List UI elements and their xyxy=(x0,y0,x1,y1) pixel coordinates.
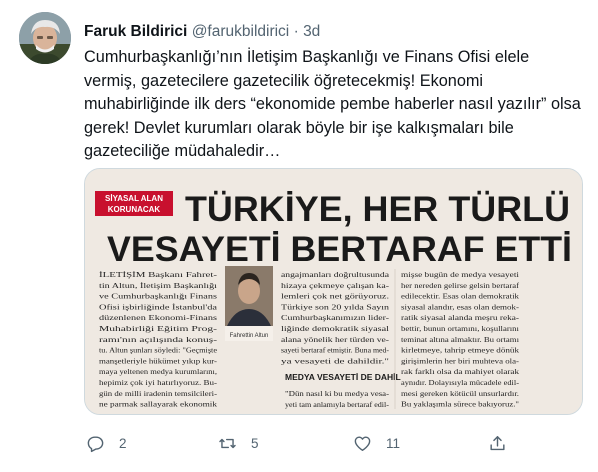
retweet-button[interactable]: 5 xyxy=(218,428,259,458)
newspaper-clipping: SİYASAL ALAN KORUNACAK TÜRKİYE, HER TÜRL… xyxy=(85,169,582,414)
article-line: edilecektir. Esas olan demokratik xyxy=(401,292,519,301)
article-line: Cumhurbaşkanımızın lider- xyxy=(281,313,390,322)
article-line: "Dün nasıl ki bu medya vesa- xyxy=(285,389,390,398)
author-handle[interactable]: @farukbildirici xyxy=(192,23,290,40)
article-line: ve Cumhurbaşkanlığı Finans xyxy=(99,292,217,301)
article-line: alana yönelik her türden ve- xyxy=(281,335,390,344)
headline-line-2: VESAYETİ BERTARAF ETTİ xyxy=(107,230,572,269)
reply-count: 2 xyxy=(119,435,127,451)
article-line: Bu yaklaşımla sürece bakıyoruz." xyxy=(401,400,519,409)
headline-line-1: TÜRKİYE, HER TÜRLÜ xyxy=(185,190,570,229)
heart-icon xyxy=(354,435,371,451)
author-name[interactable]: Faruk Bildirici xyxy=(84,23,187,40)
article-line: düzenlenen Ekonomi-Finans xyxy=(99,313,217,322)
article-line: kirletmeye, tahrip etmeye dönük xyxy=(401,346,519,355)
article-line: tin Altun, İletişim Başkanlığı xyxy=(99,281,217,290)
share-icon xyxy=(490,435,505,450)
like-count: 11 xyxy=(386,435,401,451)
avatar-photo xyxy=(19,12,71,64)
article-line: mişse bugün de medya vesayeti xyxy=(401,270,519,279)
article-line: ratik siyasal alanda meşru reka- xyxy=(401,313,520,322)
tweet-actions: 2 5 11 xyxy=(84,428,584,458)
article-line: angajmanları doğrultusunda xyxy=(281,270,390,279)
article-line: ya vesayeti de dahildir." xyxy=(281,356,389,365)
article-column-2-continued: "Dün nasıl ki bu medya vesa-yeti tam anl… xyxy=(285,389,390,409)
tweet-media[interactable]: SİYASAL ALAN KORUNACAK TÜRKİYE, HER TÜRL… xyxy=(84,168,583,415)
article-line: manşetleriyle hükümet yıkıp kur- xyxy=(99,356,218,365)
article-line: siyasal alandır, esas olan demok- xyxy=(401,302,520,311)
reply-icon xyxy=(87,435,104,452)
photo-caption: Fahrettin Altun xyxy=(230,333,269,339)
article-line: tu. Altun şunları söyledi: "Geçmişte xyxy=(99,346,218,355)
article-line: İLETİŞİM Başkanı Fahret- xyxy=(99,270,218,279)
tag-line-2: KORUNACAK xyxy=(108,205,161,214)
article-line: Muhabirliği Eğitim Prog- xyxy=(99,324,218,333)
article-line: ne parmak sallayarak ekonomik xyxy=(99,400,217,409)
reply-button[interactable]: 2 xyxy=(86,428,127,458)
article-line: teminat altına almaktır. Bu ortamı xyxy=(401,335,519,344)
tweet-text: Cumhurbaşkanlığı’nın İletişim Başkanlığı… xyxy=(84,48,581,160)
article-line: her nereden gelirse gelsin bertaraf xyxy=(401,281,520,290)
article-line: hepimiz çok iyi hatırlıyoruz. Bu- xyxy=(99,378,218,387)
article-line: sayeti bertaraf etmiştir. Buna med- xyxy=(281,346,389,355)
article-line: yeti tam anlamıyla bertaraf edil- xyxy=(285,400,389,409)
like-button[interactable]: 11 xyxy=(353,428,400,458)
article-line: Ofisi işbirliğinde İstanbul'da xyxy=(99,302,218,311)
columnist-photo: Fahrettin Altun xyxy=(225,266,273,341)
article-line: mesi gereken kötücül unsurlardır. xyxy=(401,389,519,398)
avatar[interactable] xyxy=(19,12,71,64)
retweet-count: 5 xyxy=(251,435,259,451)
article-line: bettir, bunun ortamını, koşullarını xyxy=(401,324,519,333)
article-line: lemleri çok net görüyoruz. xyxy=(281,292,389,301)
article-line: hizaya çekmeye çalışan ka- xyxy=(281,281,390,290)
article-line: rak farklı olsa da mahiyet olarak xyxy=(401,367,519,376)
tag-line-1: SİYASAL ALAN xyxy=(105,194,163,203)
share-button[interactable] xyxy=(488,428,507,458)
section-tag: SİYASAL ALAN KORUNACAK xyxy=(95,191,173,216)
article-subheading: MEDYA VESAYETİ DE DAHİL xyxy=(285,372,401,382)
article-line: gün de milli iradenin temsilcileri- xyxy=(99,389,218,398)
tweet[interactable]: Faruk Bildirici @farukbildirici · 3d Cum… xyxy=(0,0,598,472)
article-line: liğinde demokratik siyasal xyxy=(281,324,389,333)
article-line: ramı'nın açılışında konuş- xyxy=(99,335,218,344)
tweet-header: Faruk Bildirici @farukbildirici · 3d xyxy=(84,22,320,42)
article-column-2: angajmanları doğrultusunda hizaya çekmeye… xyxy=(281,270,390,365)
article-line: Türkiye son 20 yılda Sayın xyxy=(281,302,389,311)
retweet-icon xyxy=(219,438,236,448)
article-line: girişimlerin her biri muhteva ola- xyxy=(401,356,520,365)
article-line: maya yeltenen medya kurumlarını, xyxy=(99,367,217,376)
article-line: aynıdır. Dolayısıyla mücadele edil- xyxy=(401,378,520,387)
separator-dot: · xyxy=(293,23,299,40)
tweet-time[interactable]: 3d xyxy=(303,23,320,40)
